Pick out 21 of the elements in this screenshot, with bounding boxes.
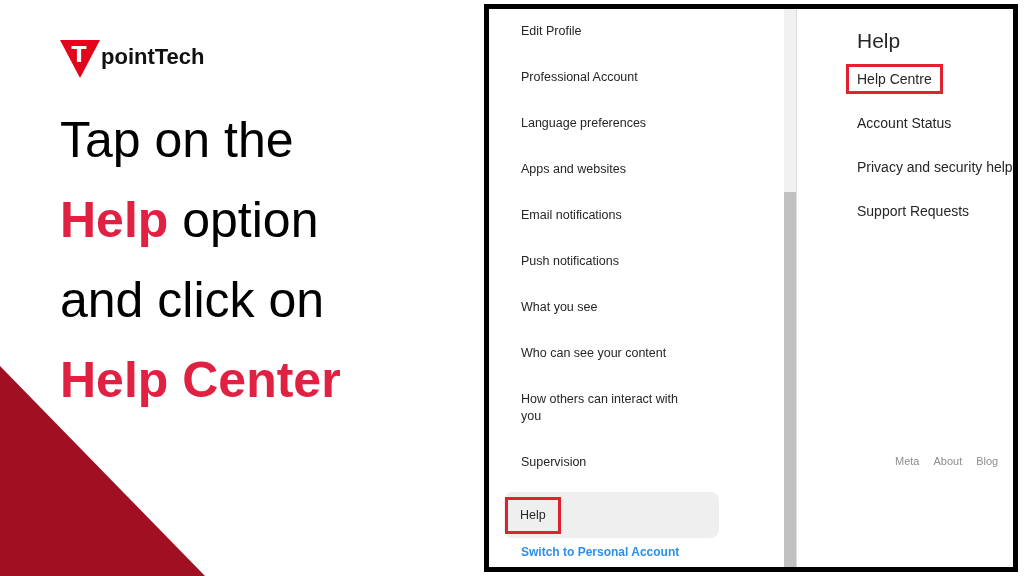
menu-item[interactable]: Supervision [504,446,719,492]
help-link[interactable]: Support Requests [857,203,1013,247]
menu-item[interactable]: Email notifications [504,199,719,245]
logo-icon: T [60,40,100,78]
scrollbar-thumb[interactable] [784,192,796,567]
highlight-box: Help [505,496,561,534]
help-link[interactable]: Help Centre [846,64,943,94]
menu-item[interactable]: Help [504,492,719,538]
menu-item[interactable]: Professional Account [504,61,719,107]
panel-title: Help [857,29,902,53]
menu-item[interactable]: What you see [504,291,719,337]
menu-item[interactable]: Apps and websites [504,153,719,199]
help-link[interactable]: Account Status [857,115,1013,159]
menu-item[interactable]: Push notifications [504,245,719,291]
menu-item[interactable]: Who can see your content [504,337,719,383]
menu-item[interactable]: Edit Profile [504,15,719,61]
menu-item[interactable]: How others can interact with you [504,383,719,446]
heading: Tap on the Help option and click on Help Center [60,111,342,410]
help-link[interactable]: Privacy and security help [857,159,1013,203]
logo-text: pointTech [101,44,205,70]
menu-item[interactable]: Language preferences [504,107,719,153]
